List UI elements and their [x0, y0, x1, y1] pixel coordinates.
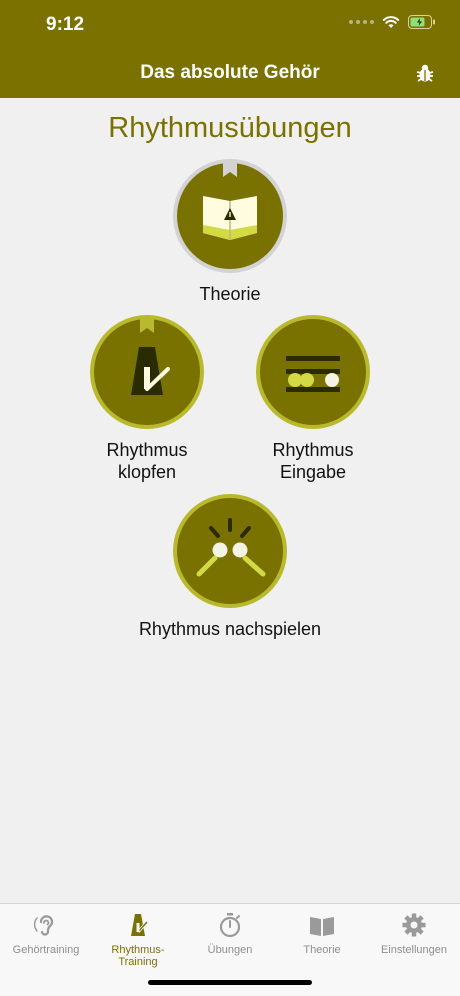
metronome-icon [131, 914, 149, 936]
exercise-label: Rhythmus Eingabe [213, 439, 413, 483]
page-title: Rhythmusübungen [108, 112, 352, 144]
tab-uebungen[interactable]: Übungen [184, 912, 276, 956]
exercise-label-line2: klopfen [117, 462, 177, 482]
exercise-label: Theorie [199, 284, 261, 304]
rhythm-input-icon [260, 319, 366, 425]
book-icon [310, 917, 334, 936]
nav-title: Das absolute Gehör [140, 62, 320, 83]
tab-label: Theorie [303, 944, 341, 956]
signal-icon [349, 20, 374, 24]
tab-label: Gehörtraining [12, 944, 80, 956]
tab-rhythmus-training[interactable]: Rhythmus-Training [92, 912, 184, 968]
exercise-label: Rhythmus nachspielen [138, 619, 322, 639]
exercise-label-line1: Rhythmus [272, 440, 354, 460]
exercise-rhythmus-nachspielen[interactable]: Rhythmus nachspielen [130, 498, 330, 640]
tab-label: Einstellungen [380, 944, 448, 956]
theory-book-icon [177, 163, 283, 269]
tab-theorie[interactable]: Theorie [276, 912, 368, 956]
header: 9:12 Das absolute Gehör [0, 0, 460, 98]
tab-einstellungen[interactable]: Einstellungen [368, 912, 460, 956]
home-indicator [148, 980, 312, 985]
exercise-label-line1: Rhythmus [106, 440, 188, 460]
exercise-rhythmus-eingabe[interactable]: Rhythmus Eingabe [213, 319, 413, 483]
tab-label: Übungen [207, 944, 253, 956]
tab-gehoertraining[interactable]: Gehörtraining [0, 912, 92, 956]
tab-label: Rhythmus-Training [111, 944, 165, 968]
metronome-icon [94, 319, 200, 425]
rhythm-replay-icon [177, 498, 283, 604]
status-indicators [349, 15, 436, 29]
bug-icon[interactable] [414, 62, 436, 84]
gear-icon [402, 913, 426, 937]
stopwatch-icon [219, 913, 241, 938]
status-time: 9:12 [46, 14, 85, 35]
wifi-icon [382, 16, 400, 28]
exercise-label-line2: Eingabe [279, 462, 347, 482]
ear-icon [33, 915, 54, 936]
exercise-theorie[interactable]: Theorie [130, 163, 330, 305]
battery-icon [408, 15, 435, 29]
